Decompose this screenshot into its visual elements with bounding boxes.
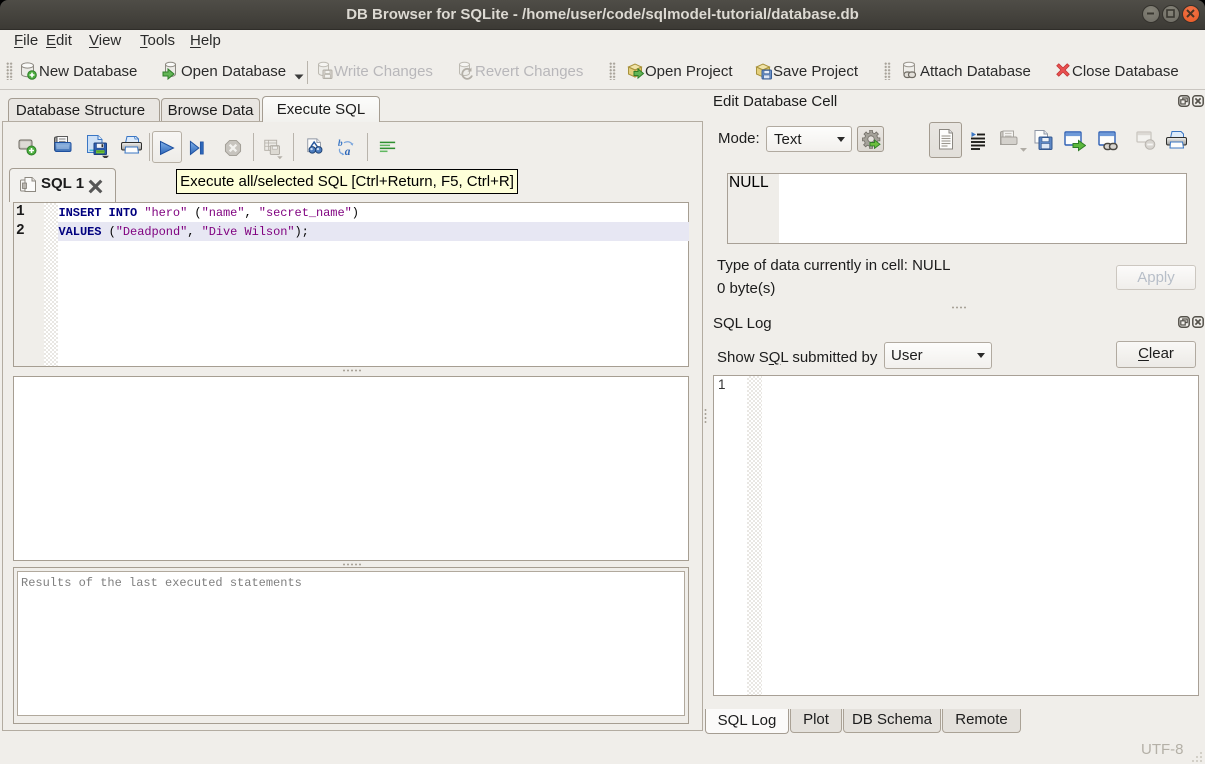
svg-text:a: a [345,146,351,157]
svg-text:b: b [338,139,343,149]
